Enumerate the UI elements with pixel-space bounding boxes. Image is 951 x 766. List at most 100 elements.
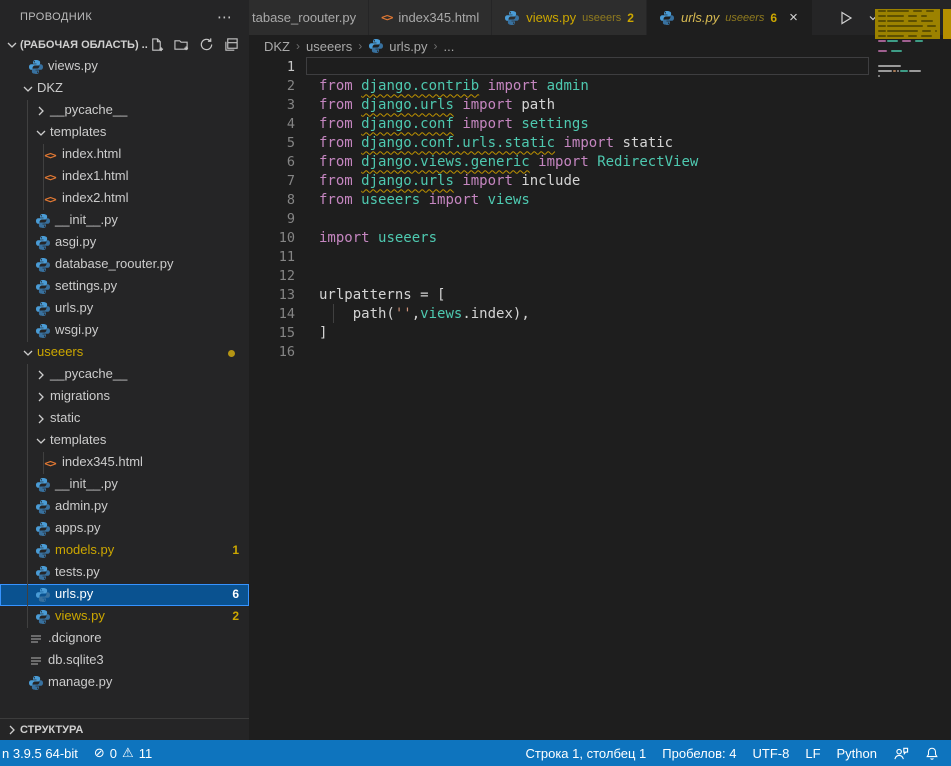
code-line-15[interactable]: 15] [249, 323, 951, 342]
breadcrumb-item[interactable]: urls.py [368, 38, 427, 54]
tree-item--pycache-[interactable]: __pycache__ [0, 364, 249, 386]
python-file-icon [35, 477, 51, 493]
tab-bar: tabase_roouter.py<>index345.htmlviews.py… [249, 0, 951, 35]
code-line-1[interactable]: 1 [249, 57, 951, 76]
tree-item-migrations[interactable]: migrations [0, 386, 249, 408]
line-number: 10 [249, 230, 295, 246]
tree-item--init-py[interactable]: __init__.py [0, 210, 249, 232]
tree-item--init-py[interactable]: __init__.py [0, 474, 249, 496]
status-eol[interactable]: LF [805, 746, 820, 761]
tab-tabase-roouter-py[interactable]: tabase_roouter.py [249, 0, 369, 35]
python-file-icon [35, 565, 51, 581]
tree-item-label: __pycache__ [50, 102, 127, 117]
line-number: 15 [249, 325, 295, 341]
tree-item--dcignore[interactable]: .dcignore [0, 628, 249, 650]
breadcrumb-item[interactable]: ... [444, 39, 455, 54]
code-line-11[interactable]: 11 [249, 247, 951, 266]
code-line-12[interactable]: 12 [249, 266, 951, 285]
tree-item-views-py[interactable]: views.py2 [0, 606, 249, 628]
code-line-16[interactable]: 16 [249, 342, 951, 361]
tree-item-dkz[interactable]: DKZ [0, 78, 249, 100]
code-line-7[interactable]: 7from django.urls import include [249, 171, 951, 190]
tree-item-label: __pycache__ [50, 366, 127, 381]
status-encoding[interactable]: UTF-8 [753, 746, 790, 761]
explorer-sidebar: ПРОВОДНИК ⋯ (РАБОЧАЯ ОБЛАСТЬ) ... views.… [0, 0, 249, 740]
tree-item-asgi-py[interactable]: asgi.py [0, 232, 249, 254]
tab-description: useeers [582, 12, 621, 24]
code-line-14[interactable]: 14 path('',views.index), [249, 304, 951, 323]
chevron-right-icon [33, 103, 49, 119]
refresh-button[interactable] [198, 37, 214, 53]
status-problems[interactable]: ⊘0⚠11 [94, 746, 152, 761]
tree-item-views-py[interactable]: views.py [0, 56, 249, 78]
python-file-icon [35, 235, 51, 251]
tree-item--pycache-[interactable]: __pycache__ [0, 100, 249, 122]
minimap[interactable] [875, 0, 940, 300]
line-number: 2 [249, 78, 295, 94]
code-line-9[interactable]: 9 [249, 209, 951, 228]
python-file-icon [35, 213, 51, 229]
tree-item-urls-py[interactable]: urls.py6 [0, 584, 249, 606]
tree-item-label: views.py [48, 58, 98, 73]
tree-item-label: DKZ [37, 80, 63, 95]
tree-item-db-sqlite3[interactable]: db.sqlite3 [0, 650, 249, 672]
line-number: 13 [249, 287, 295, 303]
code-line-2[interactable]: 2from django.contrib import admin [249, 76, 951, 95]
new-folder-button[interactable] [173, 37, 189, 53]
tab-index345-html[interactable]: <>index345.html [369, 0, 492, 35]
tree-item-index1-html[interactable]: <>index1.html [0, 166, 249, 188]
tree-item-database-roouter-py[interactable]: database_roouter.py [0, 254, 249, 276]
tree-item-templates[interactable]: templates [0, 122, 249, 144]
code-line-10[interactable]: 10import useeers [249, 228, 951, 247]
status-indentation[interactable]: Пробелов: 4 [662, 746, 736, 761]
breadcrumb-item[interactable]: DKZ [264, 39, 290, 54]
tree-item-models-py[interactable]: models.py1 [0, 540, 249, 562]
tree-item-templates[interactable]: templates [0, 430, 249, 452]
explorer-more-button[interactable]: ⋯ [213, 8, 237, 26]
tree-item-useeers[interactable]: useeers [0, 342, 249, 364]
tree-item-tests-py[interactable]: tests.py [0, 562, 249, 584]
tab-views-py[interactable]: views.pyuseeers2 [492, 0, 647, 35]
code-editor[interactable]: 12from django.contrib import admin3from … [249, 57, 951, 740]
tree-item-wsgi-py[interactable]: wsgi.py [0, 320, 249, 342]
tree-item-index345-html[interactable]: <>index345.html [0, 452, 249, 474]
code-line-8[interactable]: 8from useeers import views [249, 190, 951, 209]
run-button[interactable] [838, 10, 854, 26]
status-notifications[interactable] [925, 746, 939, 761]
status-label: LF [805, 746, 820, 761]
status-feedback[interactable] [893, 746, 909, 761]
code-line-text: from django.conf import settings [295, 116, 589, 132]
code-line-3[interactable]: 3from django.urls import path [249, 95, 951, 114]
python-file-icon [35, 587, 51, 603]
play-icon [838, 10, 854, 26]
tree-item-index2-html[interactable]: <>index2.html [0, 188, 249, 210]
html-file-icon: <> [42, 169, 58, 185]
breadcrumb-item[interactable]: useeers [306, 39, 352, 54]
tree-item-settings-py[interactable]: settings.py [0, 276, 249, 298]
code-line-4[interactable]: 4from django.conf import settings [249, 114, 951, 133]
status-cursor-position[interactable]: Строка 1, столбец 1 [526, 746, 647, 761]
tree-item-static[interactable]: static [0, 408, 249, 430]
status-python-version[interactable]: n 3.9.5 64-bit [2, 746, 78, 761]
code-line-13[interactable]: 13urlpatterns = [ [249, 285, 951, 304]
outline-section-header[interactable]: СТРУКТУРА [0, 718, 249, 740]
workspace-section-header[interactable]: (РАБОЧАЯ ОБЛАСТЬ) ... [0, 33, 249, 56]
code-line-6[interactable]: 6from django.views.generic import Redire… [249, 152, 951, 171]
tree-item-label: useeers [37, 344, 83, 359]
status-language-mode[interactable]: Python [837, 746, 877, 761]
tree-item-index-html[interactable]: <>index.html [0, 144, 249, 166]
tree-item-admin-py[interactable]: admin.py [0, 496, 249, 518]
tree-item-apps-py[interactable]: apps.py [0, 518, 249, 540]
code-line-5[interactable]: 5from django.conf.urls.static import sta… [249, 133, 951, 152]
line-number: 8 [249, 192, 295, 208]
problems-badge: 6 [232, 587, 239, 601]
close-icon[interactable]: × [787, 9, 800, 26]
tree-item-label: wsgi.py [55, 322, 98, 337]
tree-item-label: __init__.py [55, 212, 118, 227]
code-line-text: from django.views.generic import Redirec… [295, 154, 698, 170]
tree-item-manage-py[interactable]: manage.py [0, 672, 249, 694]
tab-urls-py[interactable]: urls.pyuseeers6× [647, 0, 813, 35]
collapse-all-button[interactable] [223, 37, 239, 53]
new-file-button[interactable] [148, 37, 164, 53]
tree-item-urls-py[interactable]: urls.py [0, 298, 249, 320]
